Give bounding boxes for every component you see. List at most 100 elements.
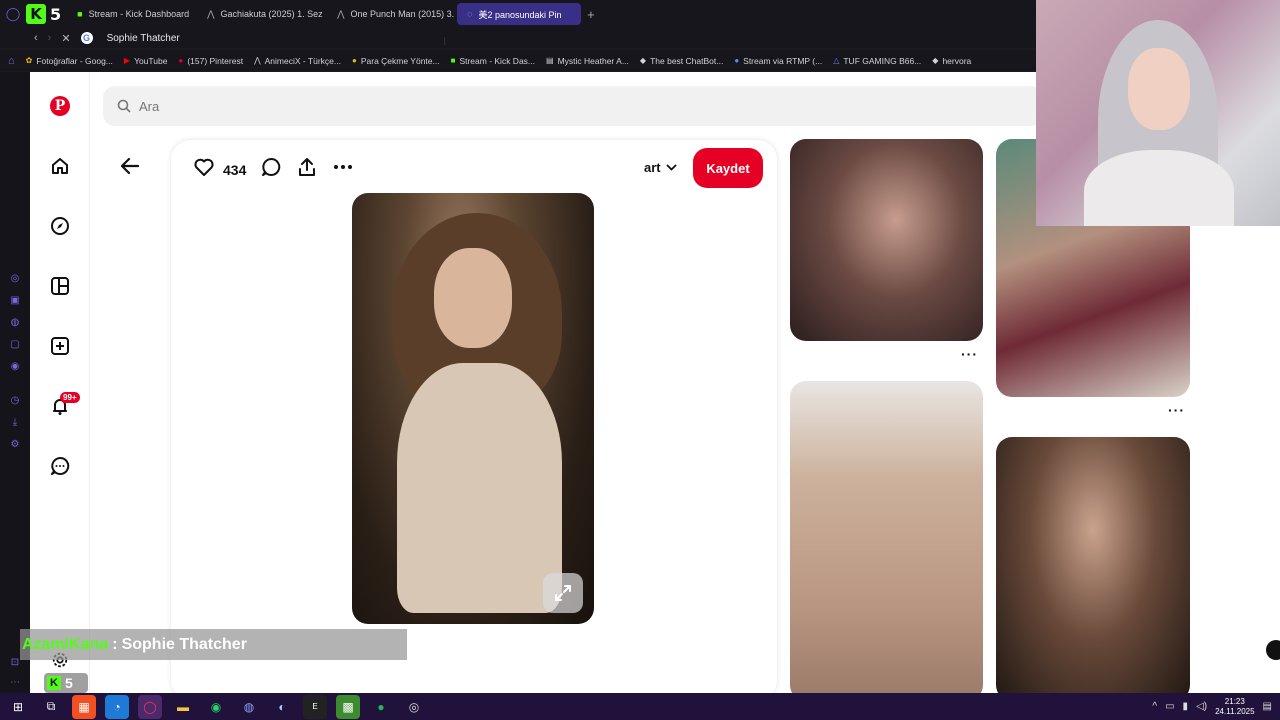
bookmark-youtube[interactable]: ▶ YouTube [124,56,168,66]
expand-icon[interactable] [543,573,583,613]
tab-gachiakuta[interactable]: ⋀ Gachiakuta (2025) 1. Sez [197,3,327,25]
spotify-icon[interactable]: ● [369,695,393,719]
related-pin-image[interactable] [790,381,983,693]
bookmark-animecix[interactable]: ⋀ AnimeciX - Türkçe... [254,56,341,66]
more-options-icon[interactable]: ··· [1168,402,1185,418]
home-icon[interactable] [49,155,71,177]
bookmark-chatbot[interactable]: ◆ The best ChatBot... [640,56,723,66]
microsoft-store-icon[interactable]: ▦ [72,694,96,719]
kick-icon: ■ [77,9,83,19]
bookmark-mystic-heather[interactable]: ▤ Mystic Heather A... [546,56,629,66]
search-icon [117,99,131,113]
edge-icon[interactable]: ◔ [105,694,129,719]
pinterest-icon: ● [178,56,184,65]
create-icon[interactable] [49,335,71,357]
coin-icon: ● [352,56,357,65]
bookmark-tuf-gaming[interactable]: △ TUF GAMING B66... [833,56,921,66]
volume-icon[interactable]: ◁) [1196,701,1207,712]
kick-icon: ■ [450,56,456,65]
chatbot-icon: ◆ [639,56,647,65]
more-options-icon[interactable]: ··· [961,346,978,362]
bookmark-hervora[interactable]: ◆ hervora [932,56,971,66]
opera-menu-icon[interactable]: ◯ [0,0,26,28]
home-icon[interactable]: ⌂ [8,55,15,67]
comment-icon[interactable] [260,156,282,183]
more-icon[interactable]: ⋯ [9,676,21,688]
bookmark-kick-dashboard[interactable]: ■ Stream - Kick Das... [451,56,535,66]
instagram-icon[interactable]: ▢ [9,338,21,350]
board-name: art [644,160,661,175]
related-pin-image[interactable] [790,139,983,341]
tab-label: 美2 panosundaki Pin [478,9,562,20]
history-icon[interactable]: ◷ [9,394,21,406]
bookmark-label: Stream - Kick Das... [459,55,536,66]
tuf-icon: △ [833,56,840,65]
scroll-button[interactable] [1266,640,1280,660]
tab-one-punch-man[interactable]: ⋀ One Punch Man (2015) 3. [327,3,457,25]
microphone-icon[interactable]: ▮ [1183,701,1189,712]
windows-start-icon[interactable]: ⊞ [6,695,30,719]
opera-gx-icon[interactable]: ◯ [138,694,162,719]
discord-icon[interactable]: ◉ [9,360,21,372]
task-view-icon[interactable]: ⧉ [39,695,63,719]
kick-icon: K [47,676,61,690]
messages-icon[interactable] [49,455,71,477]
text-cursor-icon: I [443,35,447,48]
bookmark-rtmp[interactable]: ● Stream via RTMP (... [734,56,822,66]
bookmark-label: AnimeciX - Türkçe... [264,55,341,66]
back-arrow-button[interactable] [118,154,142,178]
new-tab-button[interactable]: + [581,7,601,22]
twitch-icon[interactable]: ▣ [9,294,21,306]
share-icon[interactable] [296,156,318,183]
obs-icon[interactable]: ◎ [402,695,426,719]
pinterest-logo-icon[interactable]: P [50,96,70,116]
file-explorer-icon[interactable]: ▬ [171,695,195,719]
discord-icon[interactable]: ◍ [237,695,261,719]
bookmark-para-cekme[interactable]: ● Para Çekme Yönte... [352,56,440,66]
aria-icon[interactable]: ◎ [9,272,21,284]
stop-loading-button[interactable]: ✕ [61,32,70,45]
heart-icon[interactable] [193,156,215,183]
download-icon[interactable]: ⤓ [9,416,21,428]
bookmark-label: TUF GAMING B66... [843,55,922,66]
address-field[interactable]: Sophie Thatcher [107,33,180,44]
tab-kick-dashboard[interactable]: ■ Stream - Kick Dashboard [67,3,197,25]
animecix-icon: ⋀ [254,56,261,65]
notifications-icon[interactable]: ▤ [1263,701,1272,712]
back-button[interactable]: ‹ [34,32,38,44]
clock-date: 24.11.2025 [1215,706,1255,716]
steam-icon[interactable]: ◐ [270,695,294,719]
forward-button[interactable]: › [48,32,52,44]
bookmark-label: Mystic Heather A... [557,55,629,66]
tab-pinterest-pin[interactable]: ◌ 美2 panosundaki Pin [457,3,582,25]
chevron-up-icon[interactable]: ^ [1152,701,1157,712]
pin-image[interactable] [352,193,594,624]
chat-username: AzamiKana [22,635,109,653]
whatsapp-icon[interactable]: ◉ [204,695,228,719]
save-button[interactable]: Kaydet [693,148,763,188]
youtube-icon: ▶ [123,56,131,65]
search-bar[interactable]: Ara [103,86,1043,126]
boards-icon[interactable] [49,275,71,297]
pin-image-shape [397,363,562,613]
bookmark-label: Para Çekme Yönte... [360,55,440,66]
pinterest-nav: P 99+ [30,72,90,693]
clock[interactable]: 21:23 24.11.2025 [1215,697,1254,717]
bookmark-google-photos[interactable]: ✿ Fotoğraflar - Goog... [26,56,113,66]
whatsapp-icon[interactable]: ◍ [9,316,21,328]
minecraft-icon[interactable]: ▩ [336,694,360,719]
search-input[interactable]: Ara [139,99,159,114]
bookmark-label: YouTube [134,55,168,66]
diamond-icon: ◆ [932,56,939,65]
tab-label: Stream - Kick Dashboard [88,9,190,19]
explore-icon[interactable] [49,215,71,237]
kick-count: 5 [65,675,73,691]
network-icon[interactable]: ▭ [1165,701,1174,712]
epic-games-icon[interactable]: E [303,694,327,719]
bookmark-pinterest[interactable]: ● (157) Pinterest [178,56,243,66]
more-options-icon[interactable] [332,156,354,183]
settings-icon[interactable]: ⚙ [9,438,21,450]
related-pin-image[interactable] [996,437,1190,693]
board-selector[interactable]: art [644,160,677,175]
tab-label: Gachiakuta (2025) 1. Sez [220,9,323,19]
